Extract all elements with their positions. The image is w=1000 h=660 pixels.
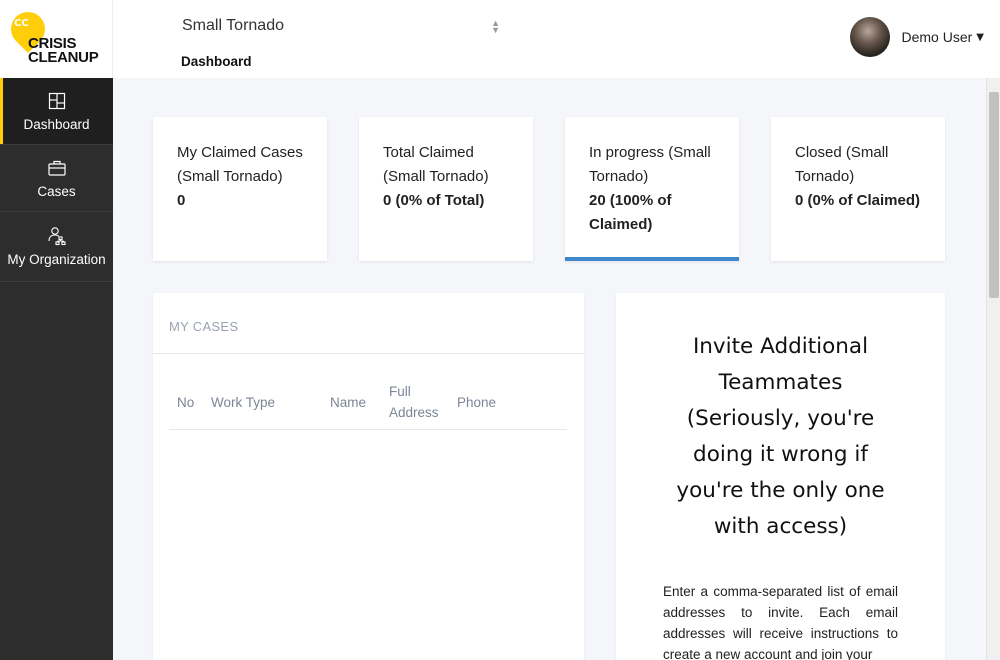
sidebar-item-cases[interactable]: Cases xyxy=(0,145,113,212)
incident-select[interactable]: Small Tornado ▲ ▼ xyxy=(182,17,500,39)
user-menu[interactable]: Demo User ▼ xyxy=(849,17,984,57)
user-name: Demo User xyxy=(901,29,973,45)
sidebar-item-dashboard[interactable]: Dashboard xyxy=(0,78,113,145)
stat-card-title: In progress (Small Tornado) xyxy=(589,144,711,185)
column-header-phone[interactable]: Phone xyxy=(457,392,496,413)
stat-card-title: Total Claimed (Small Tornado) xyxy=(383,144,489,185)
stat-card-closed[interactable]: Closed (Small Tornado) 0 (0% of Claimed) xyxy=(771,117,945,261)
crisis-cleanup-logo[interactable]: CC CRISIS CLEANUP xyxy=(0,0,113,78)
sidebar-item-my-organization[interactable]: My Organization xyxy=(0,212,113,282)
briefcase-icon xyxy=(47,160,66,176)
stat-card-my-claimed[interactable]: My Claimed Cases (Small Tornado) 0 xyxy=(153,117,327,261)
my-cases-heading: MY CASES xyxy=(153,293,584,354)
select-arrows-icon: ▲ ▼ xyxy=(491,18,500,35)
sidebar-item-label: My Organization xyxy=(7,252,106,267)
stat-card-value: 0 (0% of Claimed) xyxy=(795,192,921,209)
page-scrollbar[interactable] xyxy=(986,78,1000,660)
invite-title: Invite Additional Teammates (Seriously, … xyxy=(676,334,885,539)
stat-card-value: 0 xyxy=(177,192,186,209)
sidebar-item-label: Cases xyxy=(37,183,76,199)
stat-card-value: 20 (100% of Claimed) xyxy=(589,192,672,233)
sidebar-item-label: Dashboard xyxy=(23,116,90,132)
wordmark-line2: CLEANUP xyxy=(28,49,99,66)
logo-wordmark: CRISIS CLEANUP xyxy=(28,36,99,66)
my-cases-table-header: No Work Type Name Full Address Phone xyxy=(169,376,567,430)
column-header-work-type[interactable]: Work Type xyxy=(211,392,275,413)
invite-instructions: Enter a comma-separated list of email ad… xyxy=(663,584,898,660)
stat-card-title: Closed (Small Tornado) xyxy=(795,144,889,185)
caret-down-icon: ▼ xyxy=(976,31,984,43)
column-header-full-address[interactable]: Full Address xyxy=(389,381,449,423)
stat-card-in-progress[interactable]: In progress (Small Tornado) 20 (100% of … xyxy=(565,117,739,261)
my-cases-panel: MY CASES No Work Type Name Full Address … xyxy=(153,293,584,660)
dashboard-icon xyxy=(48,92,65,109)
logo-badge: CC xyxy=(14,18,29,29)
scrollbar-thumb[interactable] xyxy=(989,92,999,298)
stat-card-total-claimed[interactable]: Total Claimed (Small Tornado) 0 (0% of T… xyxy=(359,117,533,261)
sidebar: CC CRISIS CLEANUP Dashboard Cases My Org… xyxy=(0,0,113,660)
page-title: Dashboard xyxy=(181,54,252,69)
organization-icon xyxy=(47,227,66,246)
stat-card-title: My Claimed Cases (Small Tornado) xyxy=(177,144,303,185)
column-header-name[interactable]: Name xyxy=(330,392,374,413)
column-header-no[interactable]: No xyxy=(177,392,194,413)
top-header: Small Tornado ▲ ▼ Dashboard Demo User ▼ xyxy=(113,0,1000,78)
stat-card-value: 0 (0% of Total) xyxy=(383,192,485,209)
avatar xyxy=(849,17,890,57)
incident-select-value: Small Tornado xyxy=(182,17,284,34)
invite-teammates-panel: Invite Additional Teammates (Seriously, … xyxy=(616,293,945,660)
